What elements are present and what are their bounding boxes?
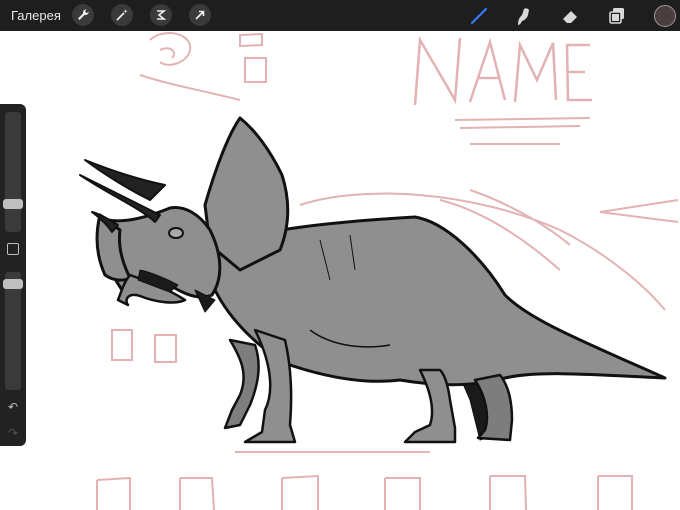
color-picker-button[interactable] (654, 5, 676, 27)
triceratops-drawing (79, 116, 667, 444)
magic-wand-icon (116, 9, 128, 21)
eraser-icon[interactable] (560, 5, 582, 27)
top-toolbar: Галерея (0, 0, 680, 31)
transform-arrow-icon (195, 10, 205, 20)
actions-button[interactable] (72, 4, 94, 26)
opacity-slider[interactable] (5, 272, 21, 390)
left-sidebar: ↶ ↷ (0, 104, 26, 446)
layers-icon[interactable] (606, 5, 628, 27)
selection-button[interactable] (150, 4, 172, 26)
brush-icon[interactable] (468, 5, 490, 27)
brush-size-thumb[interactable] (3, 199, 23, 209)
wrench-icon (78, 9, 89, 20)
opacity-thumb[interactable] (3, 279, 23, 289)
adjustments-button[interactable] (111, 4, 133, 26)
drawing-canvas[interactable] (0, 31, 680, 510)
redo-icon[interactable]: ↷ (5, 426, 21, 440)
transform-button[interactable] (189, 4, 211, 26)
artwork (79, 32, 679, 510)
modify-button[interactable] (7, 243, 19, 255)
gallery-button[interactable]: Галерея (11, 8, 61, 23)
brush-size-slider[interactable] (5, 112, 21, 232)
undo-icon[interactable]: ↶ (5, 400, 21, 414)
smudge-icon[interactable] (512, 5, 534, 27)
selection-icon (157, 10, 167, 20)
